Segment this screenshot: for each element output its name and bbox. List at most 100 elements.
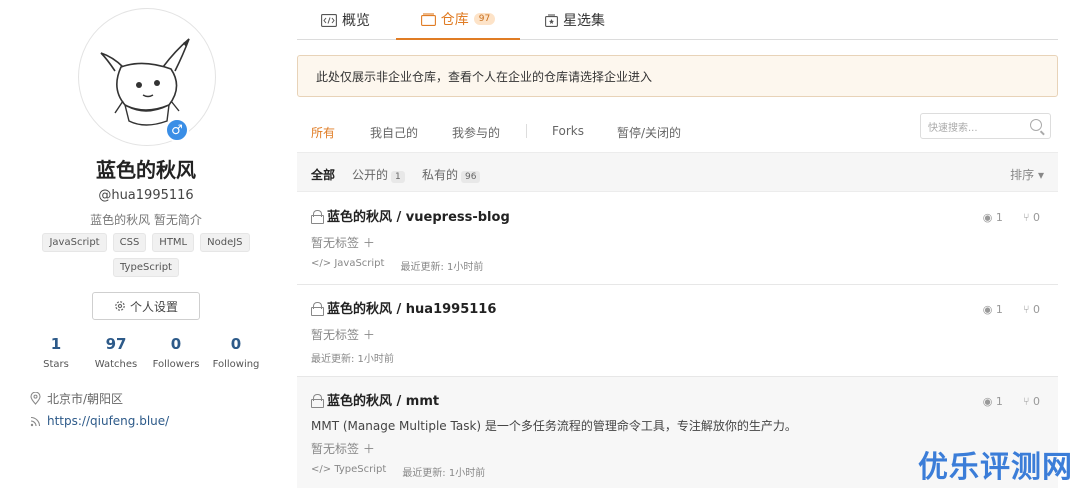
profile-website[interactable]: https://qiufeng.blue/ xyxy=(30,414,169,428)
fork-count-value: 0 xyxy=(1033,211,1040,224)
stat-label: Watches xyxy=(94,359,138,370)
watch-count-value: 1 xyxy=(995,303,1003,316)
profile-bio: 蓝色的秋风 暂无简介 xyxy=(90,213,202,227)
stat-label: Following xyxy=(212,359,260,370)
stat-label: Followers xyxy=(152,359,200,370)
code-brackets-icon: </> xyxy=(311,464,332,475)
repo-stats: ◉ 1 ⑂ 0 xyxy=(983,211,1040,224)
profile-name: 蓝色的秋风 xyxy=(96,158,196,182)
eye-icon: ◉ xyxy=(982,395,993,408)
subfilter-all[interactable]: 全部 xyxy=(311,166,335,183)
repo-language: </> TypeScript xyxy=(311,464,386,479)
stat-value: 0 xyxy=(230,335,242,353)
repo-stats: ◉ 1 ⑂ 0 xyxy=(983,303,1040,316)
skill-tag[interactable]: NodeJS xyxy=(200,233,250,252)
fork-icon: ⑂ xyxy=(1022,211,1030,224)
avatar[interactable] xyxy=(78,8,216,146)
site-watermark: 优乐评测网 xyxy=(918,450,1073,485)
settings-button[interactable]: 个人设置 xyxy=(92,292,200,320)
watch-count[interactable]: ◉ 1 xyxy=(983,211,1003,224)
profile-sidebar: ♂ 蓝色的秋风 @hua1995116 蓝色的秋风 暂无简介 JavaScrip… xyxy=(0,0,292,488)
subfilter-label: 私有的 xyxy=(422,168,459,182)
eye-icon: ◉ xyxy=(982,303,993,316)
subfilter-label: 公开的 xyxy=(352,168,389,182)
repo-filters: 所有 我自己的 我参与的 Forks 暂停/关闭的 快速搜索... xyxy=(297,112,1058,150)
repo-icon xyxy=(420,12,436,26)
repo-title-text[interactable]: 蓝色的秋风 / hua1995116 xyxy=(327,298,496,317)
repo-meta: </> JavaScript 最近更新: 1小时前 xyxy=(311,258,483,273)
repo-tags: 暂无标签 ＋ xyxy=(311,326,375,343)
filter-participating[interactable]: 我参与的 xyxy=(452,124,500,141)
tab-overview[interactable]: 概览 xyxy=(321,0,401,40)
fork-count-value: 0 xyxy=(1033,303,1040,316)
filter-forks[interactable]: Forks xyxy=(552,124,584,138)
tab-repos[interactable]: 仓库 97 xyxy=(396,0,520,40)
repo-updated: 最近更新: 1小时前 xyxy=(400,262,484,273)
sort-label: 排序 xyxy=(1010,168,1035,182)
tab-label: 星选集 xyxy=(563,13,605,29)
code-icon xyxy=(321,13,337,27)
add-tag-icon[interactable]: ＋ xyxy=(363,442,375,456)
repo-search-input[interactable]: 快速搜索... xyxy=(920,113,1051,139)
skill-tags: JavaScript CSS HTML NodeJS TypeScript xyxy=(30,233,262,277)
add-tag-icon[interactable]: ＋ xyxy=(363,236,375,250)
tab-collections[interactable]: 星选集 xyxy=(545,0,625,40)
skill-tag[interactable]: TypeScript xyxy=(113,258,179,277)
search-placeholder: 快速搜索... xyxy=(928,122,978,134)
fork-count[interactable]: ⑂ 0 xyxy=(1023,211,1040,224)
watch-count[interactable]: ◉ 1 xyxy=(983,303,1003,316)
enterprise-notice: 此处仅展示非企业仓库，查看个人在企业的仓库请选择企业进入 xyxy=(297,55,1058,97)
fork-count[interactable]: ⑂ 0 xyxy=(1023,395,1040,408)
add-tag-icon[interactable]: ＋ xyxy=(363,328,375,342)
collection-icon xyxy=(545,13,558,27)
repo-description: MMT (Manage Multiple Task) 是一个多任务流程的管理命令… xyxy=(311,419,797,433)
subfilter-private[interactable]: 私有的 96 xyxy=(422,166,481,183)
stat-value: 0 xyxy=(170,335,182,353)
repo-title-text[interactable]: 蓝色的秋风 / mmt xyxy=(327,390,439,409)
repo-title[interactable]: 蓝色的秋风 / vuepress-blog xyxy=(311,206,510,225)
stat-value: 97 xyxy=(105,335,127,353)
visibility-filter-bar: 全部 公开的 1 私有的 96 排序 ▾ xyxy=(297,152,1058,192)
chevron-down-icon: ▾ xyxy=(1037,168,1044,182)
location-pin-icon xyxy=(30,392,41,405)
repo-item: 蓝色的秋风 / vuepress-blog ◉ 1 ⑂ 0 暂无标签 ＋ </>… xyxy=(297,193,1058,285)
filter-mine[interactable]: 我自己的 xyxy=(370,124,418,141)
website-link[interactable]: https://qiufeng.blue/ xyxy=(47,414,169,428)
skill-tag[interactable]: JavaScript xyxy=(42,233,107,252)
repo-title[interactable]: 蓝色的秋风 / hua1995116 xyxy=(311,298,496,317)
stat-followers[interactable]: 0 Followers xyxy=(146,334,206,370)
repo-title[interactable]: 蓝色的秋风 / mmt xyxy=(311,390,439,409)
rss-icon xyxy=(30,416,41,426)
sort-dropdown[interactable]: 排序 ▾ xyxy=(1010,166,1044,183)
skill-tag[interactable]: HTML xyxy=(152,233,195,252)
repo-stats: ◉ 1 ⑂ 0 xyxy=(983,395,1040,408)
filter-all[interactable]: 所有 xyxy=(311,124,335,141)
skill-tag[interactable]: CSS xyxy=(112,233,147,252)
male-icon: ♂ xyxy=(165,118,189,142)
stat-stars[interactable]: 1 Stars xyxy=(26,334,86,370)
code-brackets-icon: </> xyxy=(311,258,332,269)
profile-tabs: 概览 仓库 97 星选集 xyxy=(297,0,1058,40)
fork-count[interactable]: ⑂ 0 xyxy=(1023,303,1040,316)
fork-count-value: 0 xyxy=(1033,395,1040,408)
stat-label: Stars xyxy=(43,359,69,370)
lock-icon xyxy=(311,209,324,224)
repo-title-text[interactable]: 蓝色的秋风 / vuepress-blog xyxy=(327,206,510,225)
gear-icon xyxy=(115,301,125,311)
stat-following[interactable]: 0 Following xyxy=(206,334,266,370)
settings-label: 个人设置 xyxy=(129,299,178,314)
filter-closed[interactable]: 暂停/关闭的 xyxy=(617,124,681,141)
filter-divider xyxy=(526,124,527,138)
private-count: 96 xyxy=(461,171,481,183)
repo-updated: 最近更新: 1小时前 xyxy=(402,468,486,479)
stat-watches[interactable]: 97 Watches xyxy=(86,334,146,370)
main-content: 概览 仓库 97 星选集 此处仅展示非企业仓库，查看个人在企业的仓库请选择企业进 xyxy=(297,0,1058,488)
fork-icon: ⑂ xyxy=(1022,303,1030,316)
stat-value: 1 xyxy=(50,335,62,353)
watch-count-value: 1 xyxy=(995,395,1003,408)
eye-icon: ◉ xyxy=(982,211,993,224)
repo-language-text: TypeScript xyxy=(334,464,387,475)
search-icon[interactable] xyxy=(1030,119,1042,131)
watch-count[interactable]: ◉ 1 xyxy=(983,395,1003,408)
subfilter-public[interactable]: 公开的 1 xyxy=(352,166,405,183)
